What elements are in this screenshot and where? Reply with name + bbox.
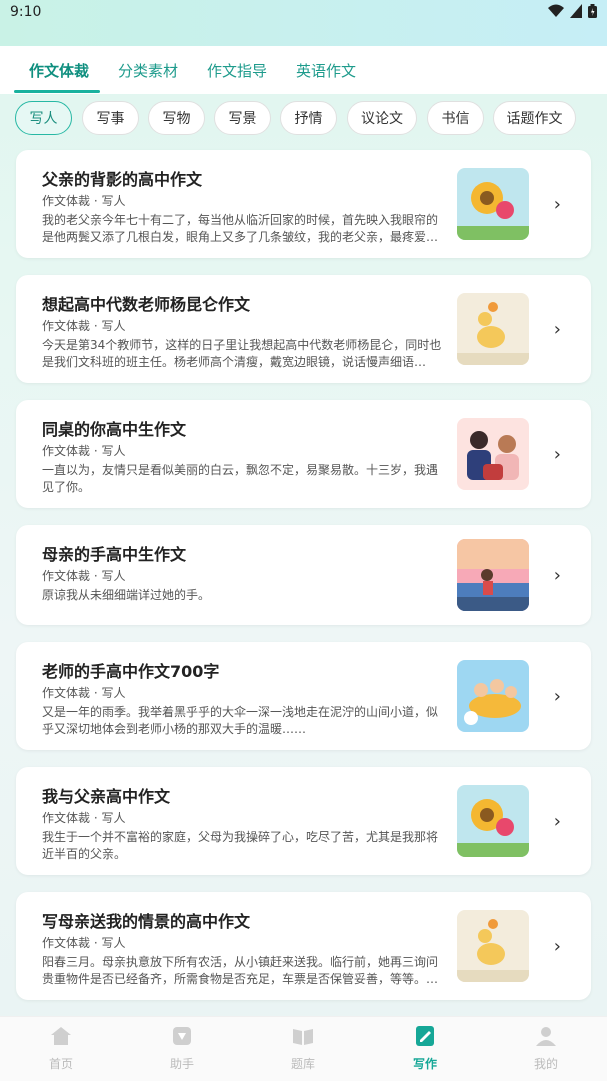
chip-objects[interactable]: 写物: [148, 101, 205, 135]
article-card[interactable]: 老师的手高中作文700字 作文体裁 · 写人 又是一年的雨季。我举着黑乎乎的大伞…: [16, 642, 591, 750]
article-title: 我与父亲高中作文: [42, 787, 171, 806]
nav-label: 题库: [290, 1057, 315, 1071]
tab-active-indicator: [14, 90, 100, 93]
category-chips: 写人 写事 写物 写景 抒情 议论文 书信 话题作文: [0, 98, 607, 140]
article-excerpt: 今天是第34个教师节，这样的日子里让我想起高中代数老师杨昆仑，同时也是我们文科班…: [42, 338, 442, 369]
kids-airplane-image: [457, 660, 529, 732]
article-card[interactable]: 我与父亲高中作文 作文体裁 · 写人 我生于一个并不富裕的家庭，父母为我操碎了心…: [16, 767, 591, 875]
nav-label: 我的: [533, 1057, 558, 1071]
chevron-right-icon: ›: [553, 319, 561, 340]
article-title: 同桌的你高中生作文: [42, 420, 187, 439]
article-meta: 作文体裁 · 写人: [42, 444, 126, 458]
article-meta: 作文体裁 · 写人: [42, 811, 126, 825]
chip-topic[interactable]: 话题作文: [493, 101, 576, 135]
chevron-right-icon: ›: [553, 686, 561, 707]
article-meta: 作文体裁 · 写人: [42, 319, 126, 333]
status-bar: 9:10: [0, 0, 607, 46]
book-icon: [293, 1029, 313, 1045]
tab-genre[interactable]: 作文体裁: [29, 60, 89, 81]
chip-events[interactable]: 写事: [82, 101, 139, 135]
top-tab-bar: 作文体裁 分类素材 作文指导 英语作文: [0, 46, 607, 94]
nav-writing[interactable]: 写作: [385, 1025, 465, 1072]
chip-scenery[interactable]: 写景: [214, 101, 271, 135]
tab-guidance[interactable]: 作文指导: [207, 60, 267, 81]
nav-home[interactable]: 首页: [21, 1025, 101, 1072]
article-card[interactable]: 同桌的你高中生作文 作文体裁 · 写人 一直以为，友情只是看似美丽的白云，飘忽不…: [16, 400, 591, 508]
article-title: 母亲的手高中生作文: [42, 545, 187, 564]
bottom-nav: 首页 助手 题库 写作 我的: [0, 1016, 607, 1081]
article-meta: 作文体裁 · 写人: [42, 194, 126, 208]
system-icons: [548, 4, 597, 18]
article-excerpt: 我生于一个并不富裕的家庭，父母为我操碎了心，吃尽了苦，尤其是我那将近半百的父亲。: [42, 830, 439, 861]
article-card[interactable]: 父亲的背影的高中作文 作文体裁 · 写人 我的老父亲今年七十有二了，每当他从临沂…: [16, 150, 591, 258]
chip-lyric[interactable]: 抒情: [280, 101, 337, 135]
chevron-right-icon: ›: [553, 444, 561, 465]
article-excerpt: 我的老父亲今年七十有二了，每当他从临沂回家的时候，首先映入我眼帘的是他两鬓又添了…: [42, 213, 439, 244]
duck-flower-image: [457, 293, 529, 365]
article-meta: 作文体裁 · 写人: [42, 569, 126, 583]
wifi-icon: [548, 4, 564, 17]
article-title: 老师的手高中作文700字: [42, 662, 220, 681]
battery-icon: [588, 4, 597, 18]
tab-materials[interactable]: 分类素材: [118, 60, 178, 81]
sunset-girl-image: [457, 539, 529, 611]
article-meta: 作文体裁 · 写人: [42, 936, 126, 950]
nav-assistant[interactable]: 助手: [142, 1025, 222, 1072]
status-time: 9:10: [10, 4, 42, 20]
duck-flower-image: [457, 910, 529, 982]
chevron-right-icon: ›: [553, 565, 561, 586]
article-card[interactable]: 写母亲送我的情景的高中作文 作文体裁 · 写人 阳春三月。母亲执意放下所有农活，…: [16, 892, 591, 1000]
article-card[interactable]: 母亲的手高中生作文 作文体裁 · 写人 原谅我从未细细端详过她的手。 ›: [16, 525, 591, 625]
chip-letter[interactable]: 书信: [427, 101, 484, 135]
article-title: 写母亲送我的情景的高中作文: [42, 912, 251, 931]
family-illustration-image: [457, 418, 529, 490]
article-title: 想起高中代数老师杨昆仑作文: [42, 295, 251, 314]
user-icon: [536, 1027, 556, 1046]
chip-people[interactable]: 写人: [15, 101, 72, 135]
tab-english[interactable]: 英语作文: [296, 60, 356, 81]
chip-argument[interactable]: 议论文: [347, 101, 417, 135]
article-excerpt: 原谅我从未细细端详过她的手。: [42, 588, 211, 602]
chevron-right-icon: ›: [553, 811, 561, 832]
nav-profile[interactable]: 我的: [506, 1025, 586, 1072]
signal-icon: [570, 4, 582, 18]
article-card[interactable]: 想起高中代数老师杨昆仑作文 作文体裁 · 写人 今天是第34个教师节，这样的日子…: [16, 275, 591, 383]
nav-label: 助手: [169, 1057, 194, 1071]
article-excerpt: 阳春三月。母亲执意放下所有农活，从小镇赶来送我。临行前，她再三询问贵重物件是否已…: [42, 955, 439, 986]
chevron-right-icon: ›: [553, 936, 561, 957]
article-excerpt: 一直以为，友情只是看似美丽的白云，飘忽不定，易聚易散。十三岁，我遇见了你。: [42, 463, 439, 494]
sunflower-girl-image: [457, 785, 529, 857]
nav-label: 写作: [412, 1057, 437, 1071]
nav-label: 首页: [48, 1057, 73, 1071]
assistant-icon: [173, 1027, 191, 1045]
write-icon: [416, 1026, 434, 1046]
sunflower-girl-image: [457, 168, 529, 240]
article-excerpt: 又是一年的雨季。我举着黑乎乎的大伞一深一浅地走在泥泞的山间小道，似乎又深切地体会…: [42, 705, 439, 736]
article-meta: 作文体裁 · 写人: [42, 686, 126, 700]
article-title: 父亲的背影的高中作文: [42, 170, 203, 189]
home-icon: [51, 1027, 71, 1045]
chevron-right-icon: ›: [553, 194, 561, 215]
nav-question-bank[interactable]: 题库: [263, 1025, 343, 1072]
